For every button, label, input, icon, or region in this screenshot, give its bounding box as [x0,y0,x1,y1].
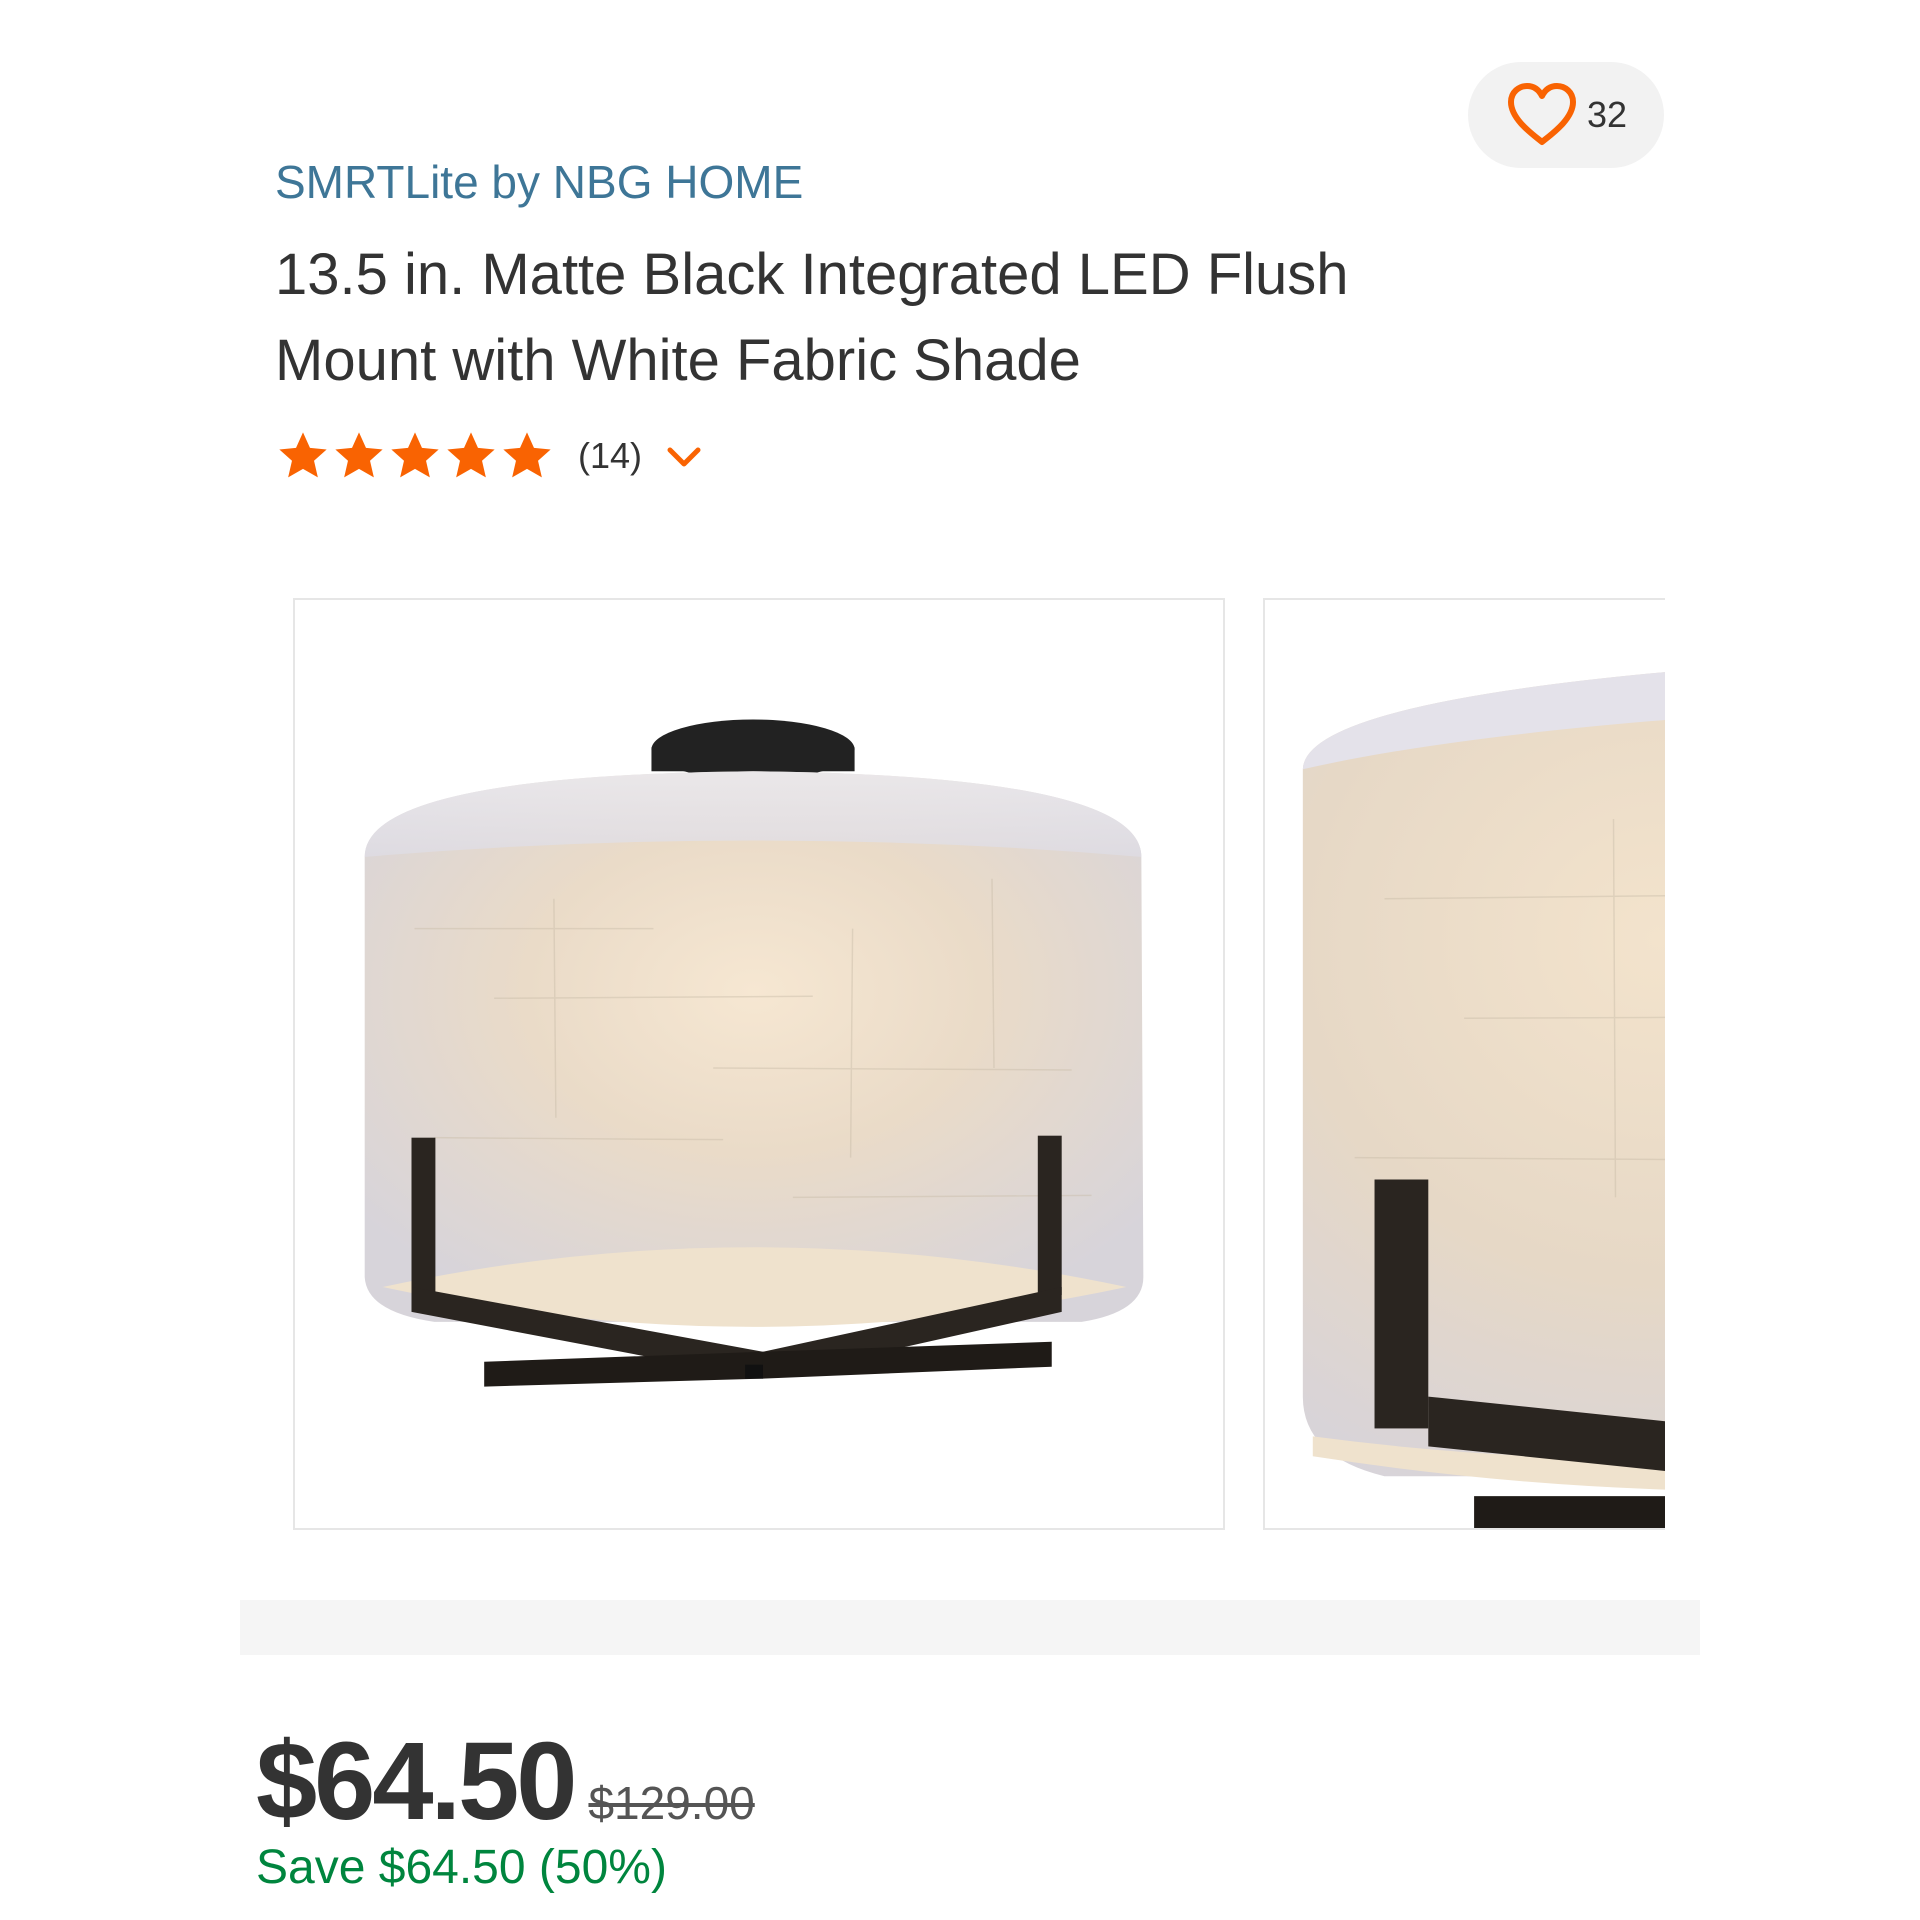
chevron-down-icon[interactable] [664,442,704,470]
heart-outline-icon [1507,83,1576,145]
review-count[interactable]: (14) [578,435,642,477]
current-price: $64.50 [256,1720,577,1843]
image-carousel[interactable] [293,598,1665,1532]
star-icon [391,432,439,478]
savings-text: Save $64.50 (50%) [256,1841,667,1894]
product-title: 13.5 in. Matte Black Integrated LED Flus… [275,242,1349,393]
star-icon [279,432,327,478]
favorite-count: 32 [1586,94,1628,135]
star-icon [335,432,383,478]
section-divider [240,1600,1700,1655]
price-block: $64.50 $129.00 [256,1718,755,1845]
star-icon [447,432,495,478]
lamp-image [1302,672,1665,1528]
star-icon [503,432,551,478]
product-image[interactable] [293,598,1225,1530]
favorite-button[interactable]: 32 [1468,62,1664,168]
was-price: $129.00 [588,1777,755,1829]
lamp-image [364,719,1144,1387]
brand-link[interactable]: SMRTLite by NBG HOME [275,155,803,209]
product-image[interactable] [1263,598,1665,1530]
rating-summary[interactable]: (14) [276,426,704,486]
star-rating [276,429,554,483]
